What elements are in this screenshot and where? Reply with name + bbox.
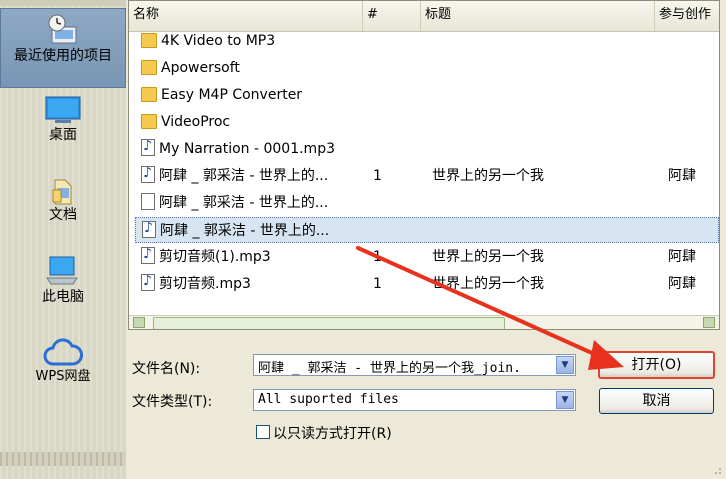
file-name: 阿肆 _ 郭采洁 - 世界上的... xyxy=(142,215,330,244)
table-row[interactable]: 阿肆 _ 郭采洁 - 世界上的... xyxy=(135,215,719,244)
filetype-value: All suported files xyxy=(258,392,399,407)
table-row[interactable]: VideoProc xyxy=(135,109,719,135)
this-pc-icon xyxy=(46,256,78,285)
file-name: VideoProc xyxy=(141,109,230,135)
file-name-text: VideoProc xyxy=(161,114,231,130)
table-row[interactable]: 剪切音频(1).mp3 1 世界上的另一个我 阿肆 xyxy=(135,241,719,270)
scroll-right-button[interactable] xyxy=(703,317,715,328)
table-row[interactable]: My Narration - 0001.mp3 xyxy=(135,133,719,162)
file-name: 阿肆 _ 郭采洁 - 世界上的... xyxy=(141,160,329,189)
file-name: Easy M4P Converter xyxy=(141,82,302,108)
file-icon xyxy=(141,193,155,210)
table-row[interactable]: 阿肆 _ 郭采洁 - 世界上的... 1 世界上的另一个我 阿肆 xyxy=(135,160,719,189)
track-artist: 阿肆 xyxy=(668,168,696,184)
track-title: 世界上的另一个我 xyxy=(432,168,544,184)
audio-file-icon xyxy=(142,215,156,241)
file-name: My Narration - 0001.mp3 xyxy=(141,133,335,162)
places-bar: 最近使用的项目 桌面 文档 此电脑 WPS网盘 xyxy=(0,0,126,479)
file-name-text: 阿肆 _ 郭采洁 - 世界上的... xyxy=(159,168,329,184)
table-row[interactable]: 剪切音频.mp3 1 世界上的另一个我 阿肆 xyxy=(135,268,719,297)
place-recent-items[interactable]: 最近使用的项目 xyxy=(0,8,126,88)
file-name: 阿肆 _ 郭采洁 - 世界上的... xyxy=(141,190,328,216)
place-documents[interactable]: 文档 xyxy=(0,176,126,236)
column-title[interactable]: 标题 xyxy=(421,1,655,31)
file-name-text: Apowersoft xyxy=(161,60,240,76)
table-row[interactable]: 4K Video to MP3 xyxy=(135,28,719,54)
column-artist[interactable]: 参与创作 xyxy=(655,1,719,31)
table-row[interactable]: Easy M4P Converter xyxy=(135,82,719,108)
chevron-down-icon[interactable]: ▼ xyxy=(556,356,574,374)
scrollbar-thumb[interactable] xyxy=(153,317,505,329)
checkbox-box[interactable] xyxy=(256,425,270,439)
file-name: 4K Video to MP3 xyxy=(141,28,275,54)
resize-grip-icon[interactable] xyxy=(710,463,722,475)
wps-cloud-icon xyxy=(43,338,83,366)
filetype-select[interactable]: All suported files ▼ xyxy=(253,389,576,411)
audio-file-icon xyxy=(141,160,155,186)
file-name: 剪切音频.mp3 xyxy=(141,268,251,297)
file-name-text: 剪切音频(1).mp3 xyxy=(159,249,271,265)
file-name-text: 阿肆 _ 郭采洁 - 世界上的... xyxy=(159,195,329,211)
place-label: 文档 xyxy=(49,207,77,223)
file-name-text: 4K Video to MP3 xyxy=(161,33,276,49)
place-desktop[interactable]: 桌面 xyxy=(0,96,126,156)
file-name-text: My Narration - 0001.mp3 xyxy=(159,141,335,157)
folder-icon xyxy=(141,33,157,48)
folder-icon xyxy=(141,114,157,129)
horizontal-scrollbar[interactable] xyxy=(129,315,719,329)
column-number[interactable]: # xyxy=(363,1,421,31)
track-artist: 阿肆 xyxy=(668,276,696,292)
place-label: 桌面 xyxy=(49,127,77,143)
place-label: 最近使用的项目 xyxy=(14,48,112,64)
chevron-down-icon[interactable]: ▼ xyxy=(556,391,574,409)
places-top-strip xyxy=(0,0,126,6)
place-this-pc[interactable]: 此电脑 xyxy=(0,256,126,316)
file-list[interactable]: 名称 # 标题 参与创作 4K Video to MP3 Apowersoft Ea… xyxy=(128,0,720,330)
place-label: WPS网盘 xyxy=(35,369,91,384)
file-name: 剪切音频(1).mp3 xyxy=(141,241,271,270)
file-name-text: 阿肆 _ 郭采洁 - 世界上的... xyxy=(160,223,330,239)
track-title: 世界上的另一个我 xyxy=(432,249,544,265)
table-row[interactable]: 阿肆 _ 郭采洁 - 世界上的... xyxy=(135,190,719,216)
file-name-text: Easy M4P Converter xyxy=(161,87,303,103)
column-number-label: # xyxy=(367,7,378,22)
scroll-left-button[interactable] xyxy=(133,317,145,328)
column-title-label: 标题 xyxy=(425,7,452,22)
place-label: 此电脑 xyxy=(42,289,84,305)
filename-label: 文件名(N): xyxy=(132,361,201,377)
track-artist: 阿肆 xyxy=(668,249,696,265)
column-name-label: 名称 xyxy=(133,7,160,22)
column-name[interactable]: 名称 xyxy=(129,1,363,31)
file-name-text: 剪切音频.mp3 xyxy=(159,276,251,292)
readonly-checkbox[interactable]: 以只读方式打开(R) xyxy=(256,423,392,443)
track-number: 1 xyxy=(373,276,382,292)
track-number: 1 xyxy=(373,249,382,265)
track-title: 世界上的另一个我 xyxy=(432,276,544,292)
folder-icon xyxy=(141,87,157,102)
places-bottom-band xyxy=(0,452,126,466)
documents-icon xyxy=(52,179,72,205)
folder-icon xyxy=(141,60,157,75)
filename-combobox[interactable]: 阿肆 _ 郭采洁 - 世界上的另一个我_join. ▼ xyxy=(253,354,576,376)
table-row[interactable]: Apowersoft xyxy=(135,55,719,81)
desktop-icon xyxy=(45,96,81,123)
open-button[interactable]: 打开(O) xyxy=(598,351,715,379)
audio-file-icon xyxy=(141,268,155,294)
file-name: Apowersoft xyxy=(141,55,240,81)
column-artist-label: 参与创作 xyxy=(659,7,712,22)
cancel-button[interactable]: 取消 xyxy=(599,388,714,414)
recent-items-icon xyxy=(48,14,77,44)
audio-file-icon xyxy=(141,133,155,159)
readonly-label: 以只读方式打开(R) xyxy=(273,426,392,442)
audio-file-icon xyxy=(141,241,155,267)
place-wps-cloud[interactable]: WPS网盘 xyxy=(0,338,126,398)
filename-value[interactable]: 阿肆 _ 郭采洁 - 世界上的另一个我_join. xyxy=(258,357,554,376)
filetype-label: 文件类型(T): xyxy=(132,394,213,410)
track-number: 1 xyxy=(373,168,382,184)
